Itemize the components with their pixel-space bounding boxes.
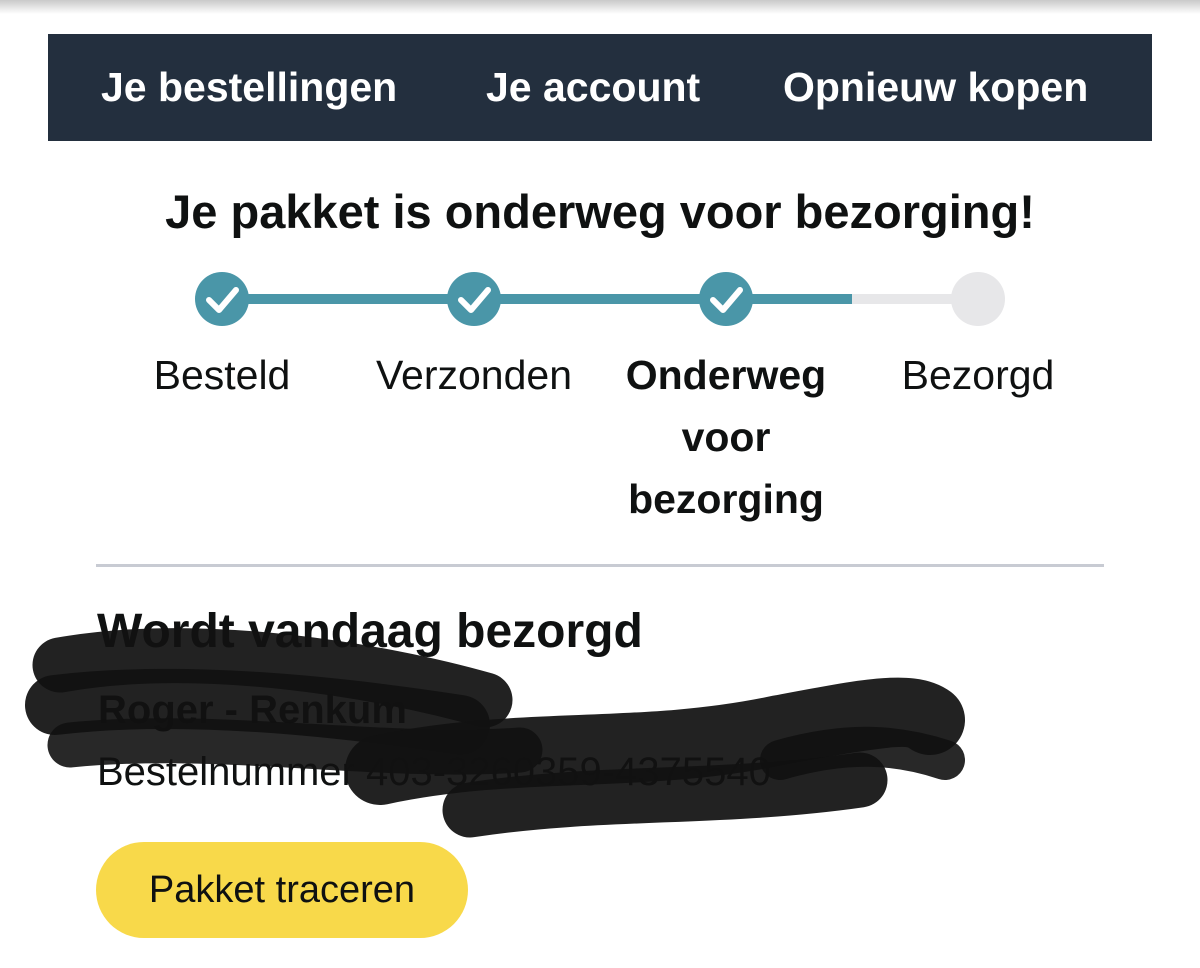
step-shipped-marker	[447, 272, 501, 326]
top-nav: Je bestellingen Je account Opnieuw kopen	[48, 34, 1152, 141]
nav-orders-link[interactable]: Je bestellingen	[101, 34, 397, 141]
track-package-button[interactable]: Pakket traceren	[96, 842, 468, 938]
step-delivered-label: Bezorgd	[901, 352, 1055, 398]
progress-bar-done	[222, 294, 852, 304]
step-out-for-delivery-label: Onderweg voor bezorging	[625, 352, 827, 522]
nav-account-link[interactable]: Je account	[486, 34, 700, 141]
step-ordered-label: Besteld	[153, 352, 291, 398]
top-shadow	[0, 0, 1200, 14]
step-ordered-marker	[195, 272, 249, 326]
redaction-scribble	[25, 628, 965, 838]
divider	[96, 564, 1104, 567]
step-delivered-marker	[951, 272, 1005, 326]
status-headline: Je pakket is onderweg voor bezorging!	[165, 185, 1035, 238]
order-number: Bestelnummer 403-3260359-4375540	[97, 750, 771, 794]
step-shipped-label: Verzonden	[375, 352, 573, 398]
nav-buy-again-link[interactable]: Opnieuw kopen	[783, 34, 1088, 141]
delivery-date-title: Wordt vandaag bezorgd	[97, 605, 643, 658]
recipient-name: Roger - Renkum	[98, 688, 407, 732]
progress-tracker	[195, 272, 1005, 326]
step-out-for-delivery-marker	[699, 272, 753, 326]
